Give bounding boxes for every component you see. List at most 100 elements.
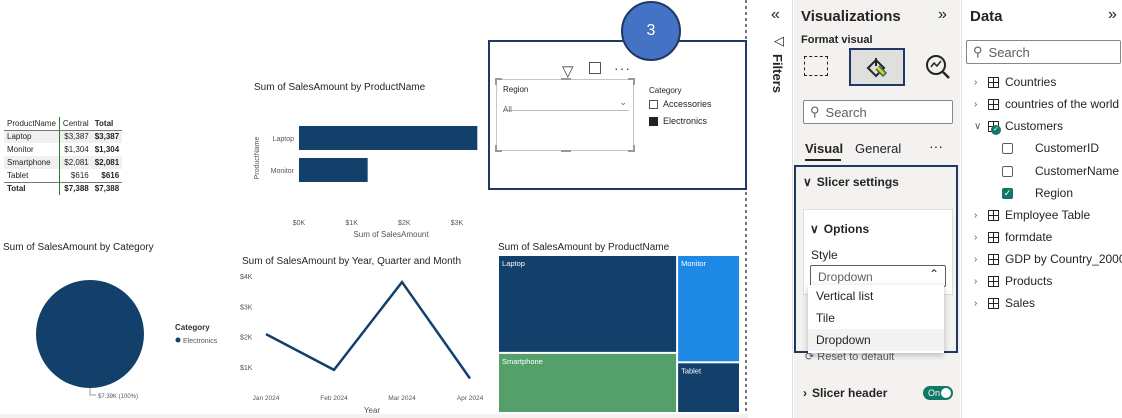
matrix-cell-central: $3,387	[58, 130, 92, 143]
treemap-title: Sum of SalesAmount by ProductName	[498, 242, 670, 253]
filter-funnel-icon: ◁	[774, 33, 784, 48]
table-row[interactable]: Laptop $3,387 $3,387	[4, 130, 123, 143]
field-region[interactable]: ✓ Region	[1002, 186, 1073, 200]
search-placeholder: Search	[825, 104, 867, 120]
region-slicer-visual[interactable]: ▽ ··· Region All ⌄ Category Accessories …	[488, 40, 747, 190]
collapse-data-pane-icon[interactable]: »	[1108, 6, 1117, 24]
visualizations-search-input[interactable]: ⚲ Search	[803, 100, 953, 124]
build-visual-icon[interactable]	[804, 56, 828, 76]
table-customers[interactable]: ∨ ✓ Customers	[974, 119, 1063, 135]
data-search-input[interactable]: ⚲ Search	[966, 40, 1121, 64]
chevron-down-icon: ⌄	[619, 97, 627, 107]
treemap-label-monitor: Monitor	[681, 259, 707, 268]
table-gdp-by-country[interactable]: › GDP by Country_2000...	[974, 252, 1122, 266]
focus-mode-icon[interactable]	[589, 62, 601, 74]
resize-handle[interactable]	[628, 145, 635, 152]
slicer-header-section[interactable]: › Slicer header	[803, 386, 887, 400]
matrix-cell-total: $3,387	[91, 130, 123, 143]
slicer-settings-header[interactable]: ∨ Slicer settings	[803, 175, 899, 189]
options-label: Options	[823, 222, 870, 236]
resize-handle[interactable]	[495, 145, 502, 152]
table-row[interactable]: Tablet $616 $616	[4, 169, 122, 182]
tab-general[interactable]: General	[855, 141, 901, 156]
filters-label[interactable]: Filters	[770, 54, 785, 93]
resize-handle[interactable]	[495, 78, 502, 85]
table-employee-table[interactable]: › Employee Table	[974, 208, 1090, 222]
style-dropdown[interactable]: Dropdown ⌃	[810, 265, 946, 287]
table-row[interactable]: Smartphone $2,081 $2,081	[4, 156, 123, 169]
chevron-up-icon: ⌃	[928, 267, 939, 281]
matrix-header-total[interactable]: Total	[91, 117, 123, 131]
pie-legend-swatch[interactable]	[175, 337, 181, 343]
legend-item-accessories[interactable]: Accessories	[649, 99, 712, 109]
more-options-icon[interactable]: ···	[614, 60, 631, 76]
search-placeholder: Search	[988, 44, 1030, 60]
line-chart-title: Sum of SalesAmount by Year, Quarter and …	[242, 256, 462, 267]
field-customername[interactable]: CustomerName	[1002, 164, 1119, 178]
tab-visual[interactable]: Visual	[805, 141, 843, 156]
search-icon: ⚲	[973, 44, 983, 59]
field-customerid[interactable]: CustomerID	[1002, 141, 1099, 155]
bar-laptop[interactable]	[299, 126, 478, 150]
chevron-down-icon: ∨	[974, 120, 982, 132]
treemap-tile-laptop[interactable]	[499, 256, 677, 352]
bar-chart[interactable]: ProductName Laptop Monitor $0K $1K $2K $3K Sum …	[250, 96, 490, 244]
line-y-tick-label: $4K	[240, 274, 253, 281]
format-visual-button[interactable]	[849, 48, 905, 86]
matrix-visual[interactable]: ProductName Central Total Laptop $3,387 …	[4, 117, 123, 195]
table-label: Products	[1005, 274, 1053, 288]
pie-chart[interactable]: $7.39K (100%) Category Electronics	[0, 256, 240, 406]
line-series[interactable]	[265, 279, 472, 380]
slicer-selection-frame[interactable]: Region All ⌄	[495, 78, 635, 152]
line-chart[interactable]: $4K $3K $2K $1K Jan 2024 Feb 2024 Mar 2024 Apr …	[238, 268, 496, 416]
field-checkbox[interactable]	[1002, 165, 1013, 177]
slicer-header-toggle[interactable]: On	[923, 386, 953, 400]
matrix-header-productname[interactable]: ProductName	[4, 117, 60, 131]
matrix-cell-total: $2,081	[91, 156, 123, 169]
pie-chart-title: Sum of SalesAmount by Category	[3, 242, 154, 253]
slicer-dropdown[interactable]: All ⌄	[503, 97, 629, 114]
chevron-right-icon: ›	[974, 297, 978, 309]
field-label: CustomerName	[1035, 164, 1120, 178]
pie-slice-electronics[interactable]	[36, 280, 144, 388]
style-option-tile[interactable]: Tile	[808, 307, 944, 329]
pie-leader-line[interactable]	[89, 388, 96, 396]
collapse-pane-icon[interactable]: »	[938, 6, 947, 24]
line-x-tick-label: Jan 2024	[253, 395, 280, 402]
style-option-dropdown[interactable]: Dropdown	[808, 329, 944, 351]
resize-handle[interactable]	[561, 78, 571, 80]
table-countries[interactable]: › Countries	[974, 75, 1056, 89]
table-countries-of-the-world[interactable]: › countries of the world	[974, 97, 1119, 111]
treemap-label-smartphone: Smartphone	[502, 357, 543, 366]
table-products[interactable]: › Products	[974, 274, 1052, 288]
matrix-cell-total: $1,304	[94, 145, 120, 154]
resize-handle[interactable]	[628, 78, 635, 85]
table-label: Employee Table	[1005, 208, 1091, 222]
field-checkbox-checked[interactable]: ✓	[1002, 187, 1013, 199]
legend-label: Electronics	[663, 116, 708, 126]
legend-item-electronics[interactable]: Electronics	[649, 116, 707, 126]
more-options-icon[interactable]: ···	[929, 138, 943, 154]
line-x-tick-label: Mar 2024	[388, 395, 416, 402]
resize-handle[interactable]	[561, 150, 571, 152]
field-checkbox[interactable]	[1002, 142, 1013, 154]
chevron-right-icon: ›	[974, 98, 978, 110]
table-formdate[interactable]: › formdate	[974, 230, 1052, 244]
treemap[interactable]: Laptop Smartphone Monitor Tablet	[498, 255, 742, 414]
bar-monitor[interactable]	[299, 158, 368, 182]
table-sales[interactable]: › Sales	[974, 296, 1035, 310]
style-option-vertical-list[interactable]: Vertical list	[808, 285, 944, 307]
treemap-tile-monitor[interactable]	[678, 256, 739, 362]
visualizations-title: Visualizations	[801, 8, 901, 25]
table-row[interactable]: Monitor $1,304 $1,304	[4, 143, 122, 156]
filters-pane-collapsed[interactable]: « ◁ Filters	[765, 0, 793, 418]
matrix-total-row[interactable]: Total $7,388 $7,388	[4, 181, 123, 195]
matrix-header-central[interactable]: Central	[58, 117, 92, 131]
slicer-dropdown-value: All	[503, 105, 512, 114]
analytics-icon[interactable]	[925, 54, 951, 80]
field-label: CustomerID	[1035, 141, 1100, 155]
expand-filters-icon[interactable]: «	[771, 6, 780, 24]
line-y-tick-label: $1K	[240, 365, 253, 372]
style-dropdown-menu: Vertical list Tile Dropdown	[808, 285, 944, 353]
options-header[interactable]: ∨ Options	[810, 222, 869, 236]
